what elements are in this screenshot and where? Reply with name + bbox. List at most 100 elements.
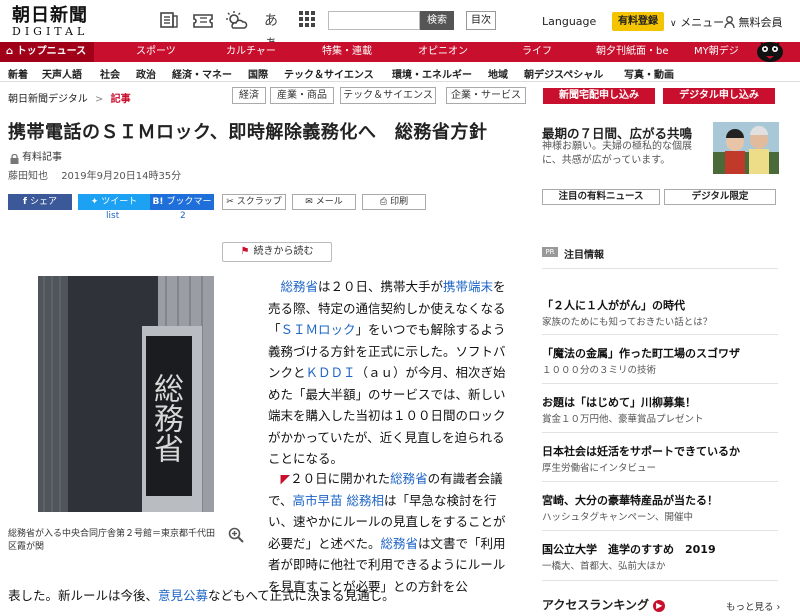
divider xyxy=(542,481,778,482)
pr-item-1-sub: 家族のためにも知っておきたい話とは？ xyxy=(542,317,713,328)
subnav-photo-video[interactable]: 写真・動画 xyxy=(624,66,674,81)
publish-date: 2019年9月20日14時35分 xyxy=(61,171,182,182)
printer-icon: ⎙ xyxy=(379,197,388,207)
pr-item-6-sub: 一橋大、首都大、弘前大ほか xyxy=(542,561,666,572)
link-somusho-3[interactable]: 総務省 xyxy=(381,536,419,551)
bookmark-share-button[interactable]: B! ブックマーク xyxy=(150,194,214,223)
scrap-button[interactable]: ✂ スクラップ xyxy=(222,194,286,210)
subnav-tenseijingo[interactable]: 天声人語 xyxy=(42,66,82,81)
print-button[interactable]: ⎙ 印刷 xyxy=(362,194,426,210)
hiragana-icon[interactable]: あぁ xyxy=(260,10,282,51)
user-icon xyxy=(724,16,735,31)
nav-my-asadigi[interactable]: MY朝デジ xyxy=(694,42,739,62)
pr-item-5-title[interactable]: 宮崎、大分の豪華特産品が当たる！ xyxy=(542,492,718,508)
link-somusho[interactable]: 総務省 xyxy=(281,279,319,294)
pr-item-4-title[interactable]: 日本社会は妊活をサポートできているか xyxy=(542,443,740,459)
lock-icon xyxy=(10,149,19,164)
logo-main: 朝日新聞 xyxy=(12,5,88,26)
nav-features[interactable]: 特集・連載 xyxy=(322,42,372,62)
article-paragraph-1: 総務省は２０日、携帯大手が携帯端末を売る際、特定の通信契約しか使えなくなる「ＳＩ… xyxy=(268,279,506,466)
breadcrumb-home[interactable]: 朝日新聞デジタル xyxy=(8,94,88,105)
link-somusho-2[interactable]: 総務省 xyxy=(390,471,428,486)
breadcrumb: 朝日新聞デジタル > 記事 xyxy=(8,94,131,105)
article-headline: 携帯電話のＳＩＭロック、即時解除義務化へ 総務省方針 xyxy=(8,122,488,143)
main-nav: ⌂ トップニュース スポーツ カルチャー 特集・連載 オピニオン ライフ 朝夕刊… xyxy=(0,42,800,62)
tag-business[interactable]: 企業・サービス xyxy=(446,87,526,104)
link-keitai-tanmatsu[interactable]: 携帯端末 xyxy=(443,279,493,294)
bookmark-count[interactable]: 2 xyxy=(180,211,186,221)
feature-text: 神様お願い。夫婦の極私的な個展に、共感が広がっています。 xyxy=(542,141,692,166)
tag-industry[interactable]: 産業・商品 xyxy=(270,87,334,104)
mascot-icon[interactable] xyxy=(752,32,788,62)
language-link[interactable]: Language xyxy=(542,15,596,28)
subnav-politics[interactable]: 政治 xyxy=(136,66,156,81)
tag-economy[interactable]: 経済 xyxy=(232,87,266,104)
paid-news-button[interactable]: 注目の有料ニュース xyxy=(542,189,660,205)
nav-sports[interactable]: スポーツ xyxy=(136,42,176,62)
pr-badge: PR xyxy=(542,247,558,257)
pr-item-5-sub: ハッシュタグキャンペーン、開催中 xyxy=(542,512,693,523)
facebook-share-button[interactable]: f シェア xyxy=(8,194,72,210)
nav-paper[interactable]: 朝夕刊紙面・be xyxy=(596,42,669,62)
divider xyxy=(542,268,778,269)
link-kddi[interactable]: ＫＤＤＩ xyxy=(306,365,356,380)
breadcrumb-current: 記事 xyxy=(110,94,131,105)
pr-item-4-sub: 厚生労働省にインタビュー xyxy=(542,463,657,474)
tag-tech[interactable]: テック＆サイエンス xyxy=(340,87,436,104)
newspaper-icon[interactable] xyxy=(158,10,180,32)
chevron-right-icon: › xyxy=(773,602,781,613)
subnav-new[interactable]: 新着 xyxy=(8,66,28,81)
pr-item-2-sub: １０００分の３ミリの技術 xyxy=(542,365,657,376)
sub-nav: 新着 天声人語 社会 政治 経済・マネー 国際 テック＆サイエンス 環境・エネル… xyxy=(0,62,800,82)
subnav-environment[interactable]: 環境・エネルギー xyxy=(392,66,472,81)
pr-item-2-title[interactable]: 「魔法の金属」作った町工場のスゴワザ xyxy=(542,345,740,361)
digital-apply-button[interactable]: デジタル申し込み xyxy=(663,88,775,104)
chevron-down-icon: ∨ xyxy=(670,19,677,29)
twitter-share-button[interactable]: ✦ ツイート xyxy=(78,194,150,210)
ticket-icon[interactable] xyxy=(192,10,214,32)
photo-caption: 総務省が入る中央合同庁舎第２号館＝東京都千代田区霞が関 xyxy=(8,529,216,552)
member-link[interactable]: 無料会員 xyxy=(724,14,783,31)
delivery-apply-button[interactable]: 新聞宅配申し込み xyxy=(543,88,655,104)
article-photo[interactable]: 総務省 xyxy=(38,276,214,512)
grid-icon[interactable] xyxy=(296,10,318,32)
nav-opinion[interactable]: オピニオン xyxy=(418,42,468,62)
facebook-icon: f xyxy=(23,197,27,207)
zoom-icon[interactable] xyxy=(228,527,244,543)
subnav-region[interactable]: 地域 xyxy=(488,66,508,81)
search-input[interactable] xyxy=(328,11,420,30)
attention-heading: 注目情報 xyxy=(564,250,604,261)
search-button[interactable]: 検索 xyxy=(420,11,454,30)
subnav-international[interactable]: 国際 xyxy=(248,66,268,81)
nav-life[interactable]: ライフ xyxy=(522,42,552,62)
continue-reading-button[interactable]: ⚑ 続きから読む xyxy=(222,242,332,262)
subnav-special[interactable]: 朝デジスペシャル xyxy=(524,66,603,81)
subnav-society[interactable]: 社会 xyxy=(100,66,120,81)
link-sim-lock[interactable]: ＳＩＭロック xyxy=(281,322,356,337)
bookmark-flag-icon: ⚑ xyxy=(240,246,250,257)
paid-register-button[interactable]: 有料登録 xyxy=(612,12,664,31)
mail-button[interactable]: ✉ メール xyxy=(292,194,356,210)
twitter-list-link[interactable]: list xyxy=(106,211,119,221)
link-somusho-minister[interactable]: 総務相 xyxy=(347,493,385,508)
ranking-more-link[interactable]: もっと見る › xyxy=(726,599,780,613)
pr-item-1-title[interactable]: 「２人に１人ががん」の時代 xyxy=(542,297,685,313)
subnav-economy[interactable]: 経済・マネー xyxy=(172,66,232,81)
feature-photo[interactable] xyxy=(713,122,779,174)
chevron-right-icon: ▶ xyxy=(653,600,666,612)
photo-sign-text: 総務省 xyxy=(148,373,183,463)
nav-top-news[interactable]: ⌂ トップニュース xyxy=(0,42,95,62)
pr-item-3-title[interactable]: お題は「はじめて」川柳募集！ xyxy=(542,394,696,410)
nav-culture[interactable]: カルチャー xyxy=(226,42,276,62)
site-logo[interactable]: 朝日新聞 DIGITAL xyxy=(12,6,102,40)
menu-button[interactable]: ∨ メニュー xyxy=(670,14,724,30)
weather-icon[interactable] xyxy=(224,10,248,32)
pr-item-6-title[interactable]: 国公立大学 進学のすすめ 2019 xyxy=(542,541,716,557)
subnav-tech[interactable]: テック＆サイエンス xyxy=(284,66,374,81)
divider xyxy=(542,334,778,335)
toc-button[interactable]: 目次 xyxy=(466,11,496,30)
digital-limited-button[interactable]: デジタル限定 xyxy=(664,189,776,205)
link-takaichi[interactable]: 高市早苗 xyxy=(293,493,343,508)
link-public-comment[interactable]: 意見公募 xyxy=(158,588,208,603)
ranking-heading[interactable]: アクセスランキング ▶ xyxy=(542,596,666,613)
